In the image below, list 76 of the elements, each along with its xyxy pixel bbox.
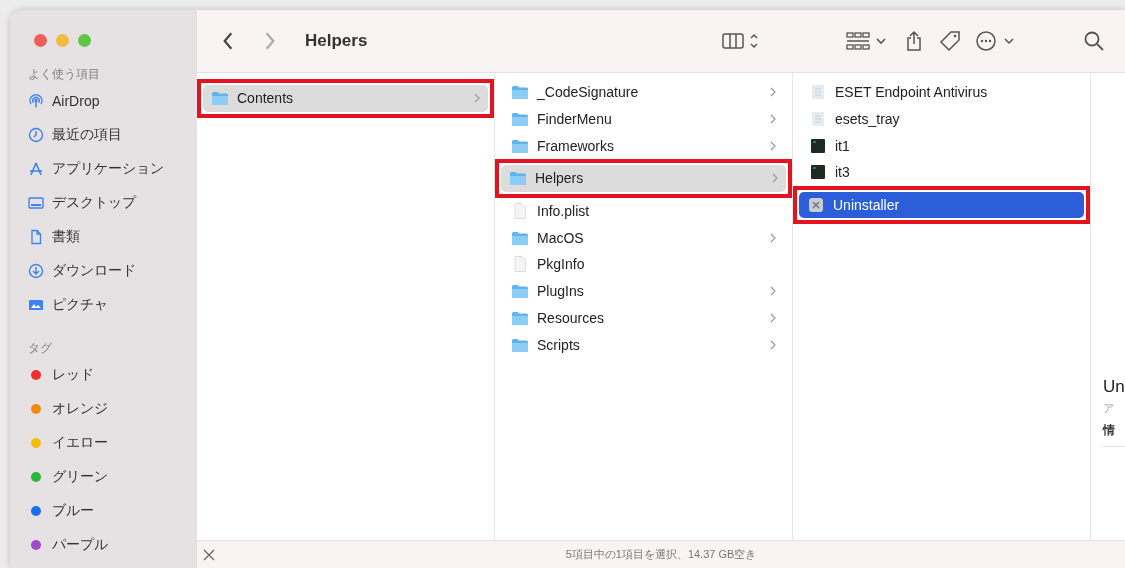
chevron-icon [770,114,776,125]
terminal-icon [809,164,827,181]
chevron-icon [474,93,480,104]
preview-subtitle: ア [1103,401,1115,416]
airdrop-icon [28,93,44,109]
close-button[interactable] [34,34,47,47]
folder-icon [511,111,529,128]
sidebar-item[interactable]: ダウンロード [28,254,197,288]
folder-icon [211,90,229,107]
file-row[interactable]: PlugIns [503,277,784,305]
window-title: Helpers [305,31,368,51]
chevron-icon [770,286,776,297]
terminal-icon [809,137,827,154]
back-icon[interactable] [221,30,235,52]
chevron-icon [772,173,778,184]
file-row[interactable]: Scripts [503,331,784,358]
folder-icon [511,84,529,101]
folder-icon [511,283,529,300]
sidebar-item[interactable]: イエロー [28,426,197,460]
sidebar-item[interactable]: レッド [28,358,197,392]
search-icon[interactable] [1083,30,1105,52]
sidebar-item[interactable]: AirDrop [28,84,197,118]
download-icon [28,263,44,279]
sidebar-item[interactable]: ピクチャ [28,288,197,322]
desktop-icon [28,195,44,211]
file-row[interactable]: esets_tray [801,105,1082,133]
folder-icon [511,309,529,326]
file-row[interactable]: Uninstaller [799,191,1084,219]
folder-icon [509,170,527,187]
bundle-icon [809,84,827,101]
file-row[interactable]: it3 [801,159,1082,186]
file-row[interactable]: MacOS [503,224,784,252]
sidebar-item[interactable]: ブルー [28,494,197,528]
preview-title: Un [1103,376,1125,398]
preview-section-heading: 情 [1103,418,1125,447]
chevron-icon [770,140,776,151]
bundle-icon [809,111,827,128]
sidebar-item[interactable]: 最近の項目 [28,118,197,152]
close-icon[interactable] [203,548,215,561]
sidebar-item[interactable]: グリーン [28,460,197,494]
chevron-icon [770,87,776,98]
folder-icon [511,336,529,353]
document-icon [28,229,44,245]
file-row[interactable]: Resources [503,304,784,332]
sidebar-item[interactable]: オレンジ [28,392,197,426]
file-row[interactable]: Contents [203,85,488,112]
chevron-icon [770,232,776,243]
chevron-icon [770,339,776,350]
pictures-icon [28,297,44,313]
folder-icon [511,229,529,246]
applications-icon [28,161,44,177]
sidebar-item[interactable]: 書類 [28,220,197,254]
file-row[interactable]: Info.plist [503,197,784,225]
file-icon [511,203,529,220]
column-view-icon[interactable] [721,30,761,52]
folder-icon [511,137,529,154]
file-row[interactable]: FinderMenu [503,105,784,133]
file-row[interactable]: Helpers [501,165,786,192]
file-icon [511,256,529,273]
status-text: 5項目中の1項目を選択、14.37 GB空き [564,547,758,562]
file-row[interactable]: _CodeSignature [503,79,784,106]
clock-icon [28,127,44,143]
sidebar-item[interactable]: デスクトップ [28,186,197,220]
group-icon[interactable] [845,30,889,52]
file-row[interactable]: PkgInfo [503,251,784,278]
file-row[interactable]: Frameworks [503,132,784,160]
sidebar-heading: タグ [28,339,53,357]
sidebar-heading: よく使う項目 [28,65,101,83]
more-icon[interactable] [975,30,1015,52]
file-row[interactable]: ESET Endpoint Antivirus [801,79,1082,106]
file-row[interactable]: it1 [801,132,1082,160]
sidebar-item[interactable]: パープル [28,528,197,562]
sidebar-item[interactable]: アプリケーション [28,152,197,186]
app-icon [807,197,825,214]
tag-icon[interactable] [939,30,961,52]
chevron-icon [770,312,776,323]
